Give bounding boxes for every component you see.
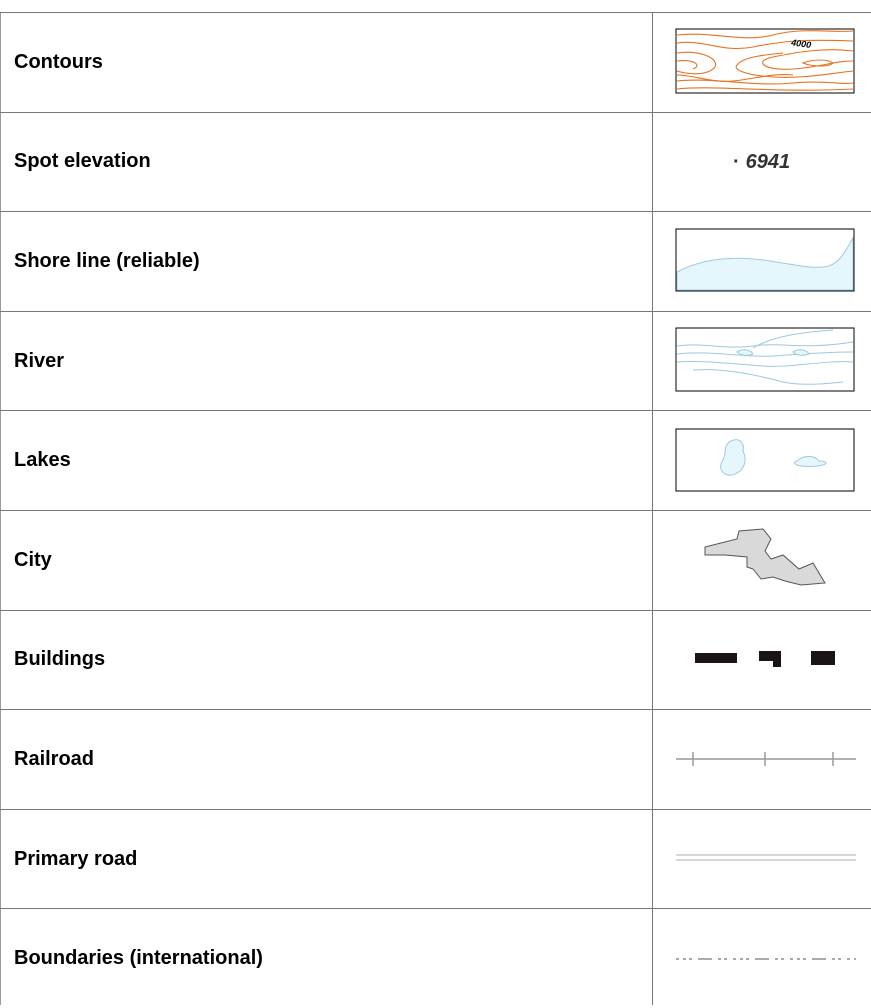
legend-label: Contours (14, 50, 103, 73)
map-legend: Contours 4000 Spot elevation · 6941 Shor… (0, 12, 871, 1008)
boundary-icon (653, 909, 871, 1008)
spot-dot: · (733, 150, 740, 173)
river-icon (653, 312, 871, 411)
legend-label: Shore line (reliable) (14, 249, 200, 272)
legend-row-shore-line: Shore line (reliable) (0, 211, 871, 311)
contours-icon: 4000 (653, 13, 871, 112)
railroad-icon (653, 710, 871, 809)
legend-row-railroad: Railroad (0, 709, 871, 809)
legend-label: River (14, 349, 65, 372)
legend-label: Lakes (14, 449, 71, 472)
legend-row-spot-elevation: Spot elevation · 6941 (0, 111, 871, 212)
legend-row-primary-road: Primary road (0, 808, 871, 909)
legend-label: Primary road (14, 847, 138, 870)
legend-label: Spot elevation (14, 150, 151, 173)
legend-row-contours: Contours 4000 (0, 12, 871, 112)
legend-row-buildings: Buildings (0, 609, 871, 710)
legend-row-river: River (0, 310, 871, 411)
city-icon (653, 511, 871, 610)
legend-label: Boundaries (international) (14, 947, 263, 970)
legend-label: Railroad (14, 747, 95, 770)
lakes-icon (653, 411, 871, 510)
legend-label: City (14, 548, 52, 571)
shore-line-icon (653, 212, 871, 311)
primary-road-icon (653, 810, 871, 909)
spot-elevation-icon: · 6941 (653, 113, 871, 212)
legend-row-city: City (0, 509, 871, 610)
spot-value: 6941 (745, 150, 791, 173)
buildings-icon (653, 611, 871, 710)
legend-row-lakes: Lakes (0, 410, 871, 510)
legend-label: Buildings (14, 648, 106, 671)
legend-row-boundaries: Boundaries (international) (0, 908, 871, 1008)
